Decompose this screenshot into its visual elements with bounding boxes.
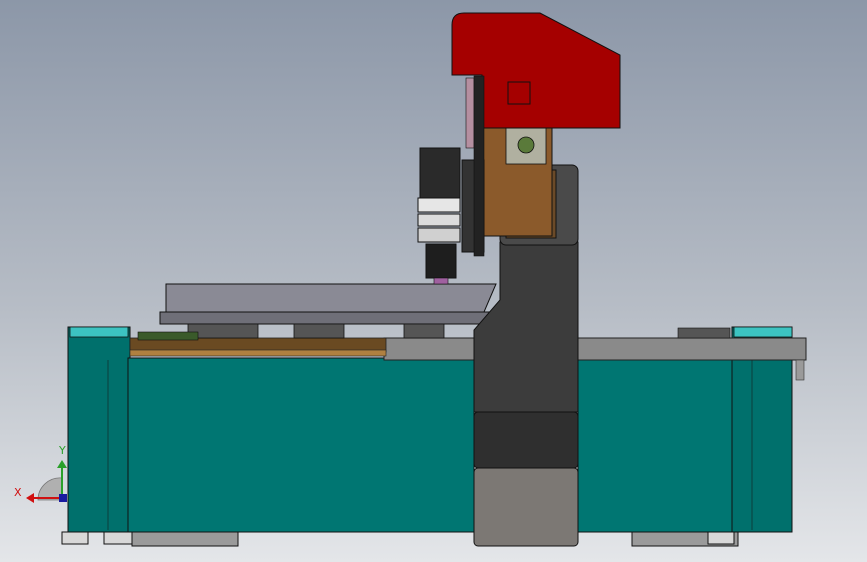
cad-3d-viewport[interactable]: Y X: [0, 0, 867, 562]
worktable[interactable]: [137, 283, 497, 341]
x-axis-label: X: [14, 486, 22, 499]
y-axis-label: Y: [58, 444, 66, 457]
cnc-machine-model[interactable]: Y X: [0, 0, 867, 562]
leveling-feet[interactable]: [61, 531, 739, 547]
coordinate-triad: Y X: [14, 444, 67, 503]
spindle-motor[interactable]: [417, 147, 461, 285]
